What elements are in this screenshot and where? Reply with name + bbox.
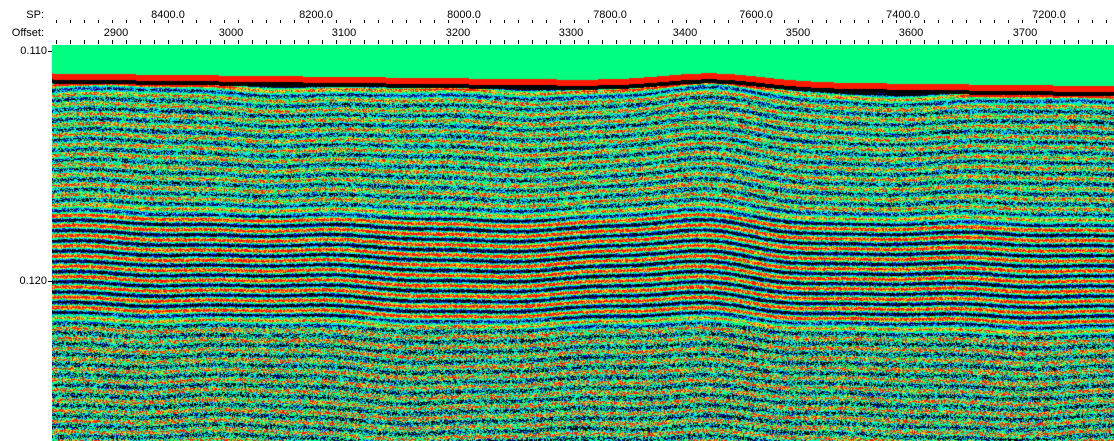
offset-minor-tick bbox=[1092, 40, 1093, 44]
offset-minor-tick bbox=[630, 40, 631, 44]
offset-minor-tick bbox=[714, 40, 715, 44]
offset-minor-tick bbox=[672, 40, 673, 44]
offset-minor-tick bbox=[448, 40, 449, 44]
offset-minor-tick bbox=[1050, 40, 1051, 44]
offset-minor-tick bbox=[770, 40, 771, 44]
trace-header-ruler: SP: Offset: 8400.0 8200.0 8000.0 7800.0 7600… bbox=[0, 0, 1114, 45]
offset-minor-tick bbox=[644, 40, 645, 44]
offset-minor-tick bbox=[700, 40, 701, 44]
offset-minor-tick bbox=[1008, 40, 1009, 44]
offset-minor-tick bbox=[308, 40, 309, 44]
offset-minor-tick bbox=[434, 40, 435, 44]
offset-minor-tick bbox=[1022, 40, 1023, 44]
time-label-mid: 0.120 bbox=[19, 275, 47, 287]
offset-minor-tick bbox=[910, 40, 911, 44]
offset-minor-tick bbox=[686, 40, 687, 44]
offset-minor-tick bbox=[126, 40, 127, 44]
offset-minor-tick bbox=[322, 40, 323, 44]
offset-minor-tick bbox=[154, 40, 155, 44]
offset-tick-label: 2900 bbox=[103, 27, 129, 39]
offset-minor-tick bbox=[826, 40, 827, 44]
offset-minor-tick bbox=[980, 40, 981, 44]
offset-minor-tick bbox=[70, 40, 71, 44]
offset-tick-label: 3400 bbox=[672, 27, 698, 39]
offset-minor-tick bbox=[602, 40, 603, 44]
offset-minor-tick bbox=[532, 40, 533, 44]
offset-minor-tick bbox=[1064, 40, 1065, 44]
offset-minor-tick bbox=[182, 40, 183, 44]
offset-minor-tick bbox=[952, 40, 953, 44]
offset-minor-tick bbox=[462, 40, 463, 44]
offset-minor-tick bbox=[742, 40, 743, 44]
offset-minor-tick bbox=[518, 40, 519, 44]
time-axis: 0.110 0.120 bbox=[0, 45, 52, 441]
offset-minor-tick bbox=[420, 40, 421, 44]
offset-minor-tick bbox=[224, 40, 225, 44]
offset-minor-tick bbox=[938, 40, 939, 44]
offset-minor-tick bbox=[112, 40, 113, 44]
offset-minor-tick bbox=[1106, 40, 1107, 44]
offset-minor-tick bbox=[504, 40, 505, 44]
offset-minor-tick bbox=[840, 40, 841, 44]
offset-tick-label: 3100 bbox=[331, 27, 357, 39]
offset-minor-tick bbox=[1036, 40, 1037, 44]
offset-minor-tick bbox=[364, 40, 365, 44]
offset-minor-tick bbox=[896, 40, 897, 44]
offset-minor-tick bbox=[546, 40, 547, 44]
offset-minor-tick bbox=[574, 40, 575, 44]
offset-minor-tick bbox=[812, 40, 813, 44]
offset-minor-tick bbox=[350, 40, 351, 44]
offset-minor-tick bbox=[84, 40, 85, 44]
offset-minor-tick bbox=[798, 40, 799, 44]
offset-minor-tick bbox=[616, 40, 617, 44]
offset-minor-tick bbox=[406, 40, 407, 44]
offset-tick-label: 3300 bbox=[558, 27, 584, 39]
offset-minor-tick bbox=[280, 40, 281, 44]
offset-minor-tick bbox=[868, 40, 869, 44]
offset-minor-tick bbox=[784, 40, 785, 44]
offset-minor-tick bbox=[476, 40, 477, 44]
offset-tick-row: 2900 3000 3100 3200 3300 3400 3500 3600 3700 bbox=[0, 0, 1114, 45]
offset-minor-tick bbox=[168, 40, 169, 44]
offset-minor-tick bbox=[196, 40, 197, 44]
offset-tick-label: 3000 bbox=[218, 27, 244, 39]
offset-minor-tick bbox=[588, 40, 589, 44]
offset-minor-tick bbox=[56, 40, 57, 44]
offset-minor-tick bbox=[924, 40, 925, 44]
offset-tick-label: 3700 bbox=[1012, 27, 1038, 39]
offset-minor-tick bbox=[140, 40, 141, 44]
offset-minor-tick bbox=[560, 40, 561, 44]
offset-minor-tick bbox=[294, 40, 295, 44]
offset-tick-label: 3500 bbox=[785, 27, 811, 39]
offset-minor-tick bbox=[392, 40, 393, 44]
time-label-top: 0.110 bbox=[20, 45, 47, 57]
offset-minor-tick bbox=[854, 40, 855, 44]
offset-minor-tick bbox=[994, 40, 995, 44]
offset-tick-label: 3200 bbox=[445, 27, 471, 39]
offset-minor-tick bbox=[756, 40, 757, 44]
offset-minor-tick bbox=[98, 40, 99, 44]
offset-minor-tick bbox=[266, 40, 267, 44]
offset-tick-label: 3600 bbox=[898, 27, 924, 39]
offset-minor-tick bbox=[378, 40, 379, 44]
offset-minor-tick bbox=[490, 40, 491, 44]
offset-minor-tick bbox=[238, 40, 239, 44]
offset-minor-tick bbox=[882, 40, 883, 44]
seismic-section-display[interactable] bbox=[52, 45, 1114, 441]
offset-minor-tick bbox=[210, 40, 211, 44]
offset-minor-tick bbox=[966, 40, 967, 44]
offset-minor-tick bbox=[336, 40, 337, 44]
offset-minor-tick bbox=[1078, 40, 1079, 44]
offset-minor-tick bbox=[658, 40, 659, 44]
offset-minor-tick bbox=[252, 40, 253, 44]
offset-minor-tick bbox=[728, 40, 729, 44]
